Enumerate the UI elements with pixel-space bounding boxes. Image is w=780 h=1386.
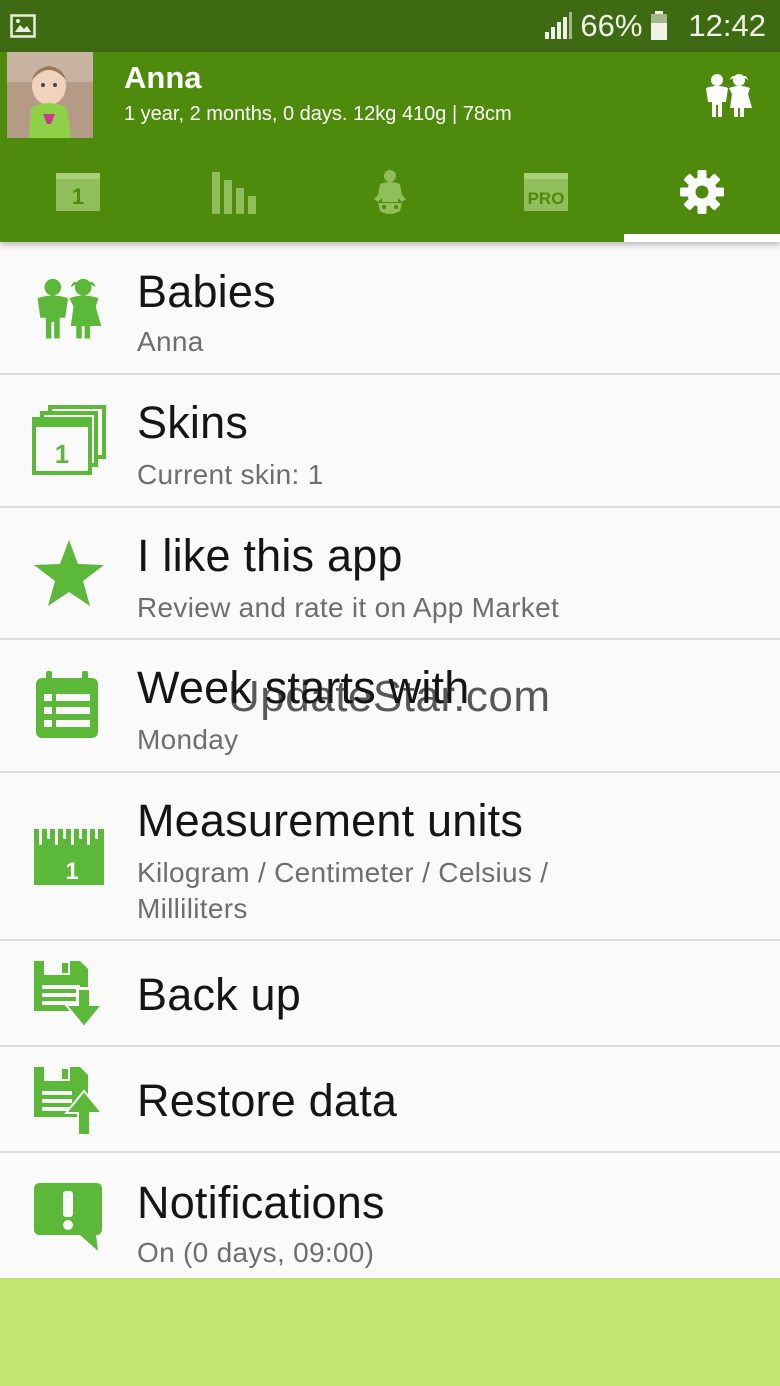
gear-icon <box>680 170 724 214</box>
setting-title: Measurement units <box>137 795 524 846</box>
setting-title: Notifications <box>137 1177 385 1228</box>
skin-number: 1 <box>55 439 69 469</box>
tab-calendar[interactable]: 1 <box>0 142 156 242</box>
app-header: Anna 1 year, 2 months, 0 days. 12kg 410g… <box>0 52 780 242</box>
setting-subtitle: Anna <box>137 326 204 357</box>
battery-icon <box>651 11 668 40</box>
baby-diaper-icon <box>374 170 406 214</box>
setting-subtitle: Review and rate it on App Market <box>137 592 560 623</box>
setting-title: Skins <box>137 397 249 448</box>
tab-calendar-number: 1 <box>72 184 84 209</box>
setting-restore[interactable]: Restore data <box>0 1047 780 1153</box>
setting-title: I like this app <box>137 530 403 581</box>
setting-subtitle: Kilogram / Centimeter / Celsius / Millil… <box>137 857 549 924</box>
setting-notifications[interactable]: Notifications On (0 days, 09:00) <box>0 1153 780 1278</box>
setting-rate-app[interactable]: I like this app Review and rate it on Ap… <box>0 508 780 640</box>
bar-chart-icon <box>212 172 256 214</box>
tab-charts[interactable] <box>156 142 312 242</box>
star-icon <box>34 540 104 606</box>
alert-bubble-icon <box>34 1183 102 1251</box>
baby-name: Anna <box>124 60 202 95</box>
gallery-notification-icon <box>10 14 36 38</box>
tab-diaper[interactable] <box>312 142 468 242</box>
save-upload-icon <box>34 1067 105 1136</box>
signal-icon <box>545 12 573 39</box>
save-download-icon <box>34 961 105 1029</box>
tab-pro-label: PRO <box>528 189 565 208</box>
status-bar: 66% 12:42 <box>0 0 780 52</box>
avatar[interactable] <box>7 52 93 138</box>
bottom-ad-bar[interactable] <box>0 1278 780 1386</box>
selected-tab-indicator <box>624 234 780 242</box>
skins-stack-icon: 1 <box>32 405 106 475</box>
children-icon <box>37 278 102 339</box>
tab-bar: 1 PRO <box>0 142 780 242</box>
ruler-icon: 1 <box>34 829 104 885</box>
setting-subtitle: Current skin: 1 <box>137 459 324 490</box>
setting-title: Babies <box>137 266 276 317</box>
setting-backup[interactable]: Back up <box>0 941 780 1047</box>
ruler-number: 1 <box>65 858 78 885</box>
watermark-text: UpdateStar.com <box>228 672 551 721</box>
clock: 12:42 <box>688 8 766 43</box>
setting-skins[interactable]: 1 Skins Current skin: 1 <box>0 375 780 508</box>
setting-babies[interactable]: Babies Anna <box>0 242 780 375</box>
tab-settings[interactable] <box>624 142 780 242</box>
setting-subtitle: Monday <box>137 724 239 755</box>
calendar-list-icon <box>36 671 98 738</box>
calendar-day-icon: 1 <box>56 173 100 211</box>
pro-badge-icon: PRO <box>524 173 568 211</box>
battery-percent: 66% <box>580 8 643 43</box>
setting-measurement-units[interactable]: 1 Measurement units Kilogram / Centimete… <box>0 773 780 941</box>
setting-subtitle: On (0 days, 09:00) <box>137 1237 375 1268</box>
baby-age-weight-height: 1 year, 2 months, 0 days. 12kg 410g | 78… <box>124 103 512 125</box>
tab-pro[interactable]: PRO <box>468 142 624 242</box>
children-icon[interactable] <box>702 72 754 118</box>
setting-title: Restore data <box>137 1075 398 1126</box>
setting-title: Back up <box>137 969 301 1020</box>
